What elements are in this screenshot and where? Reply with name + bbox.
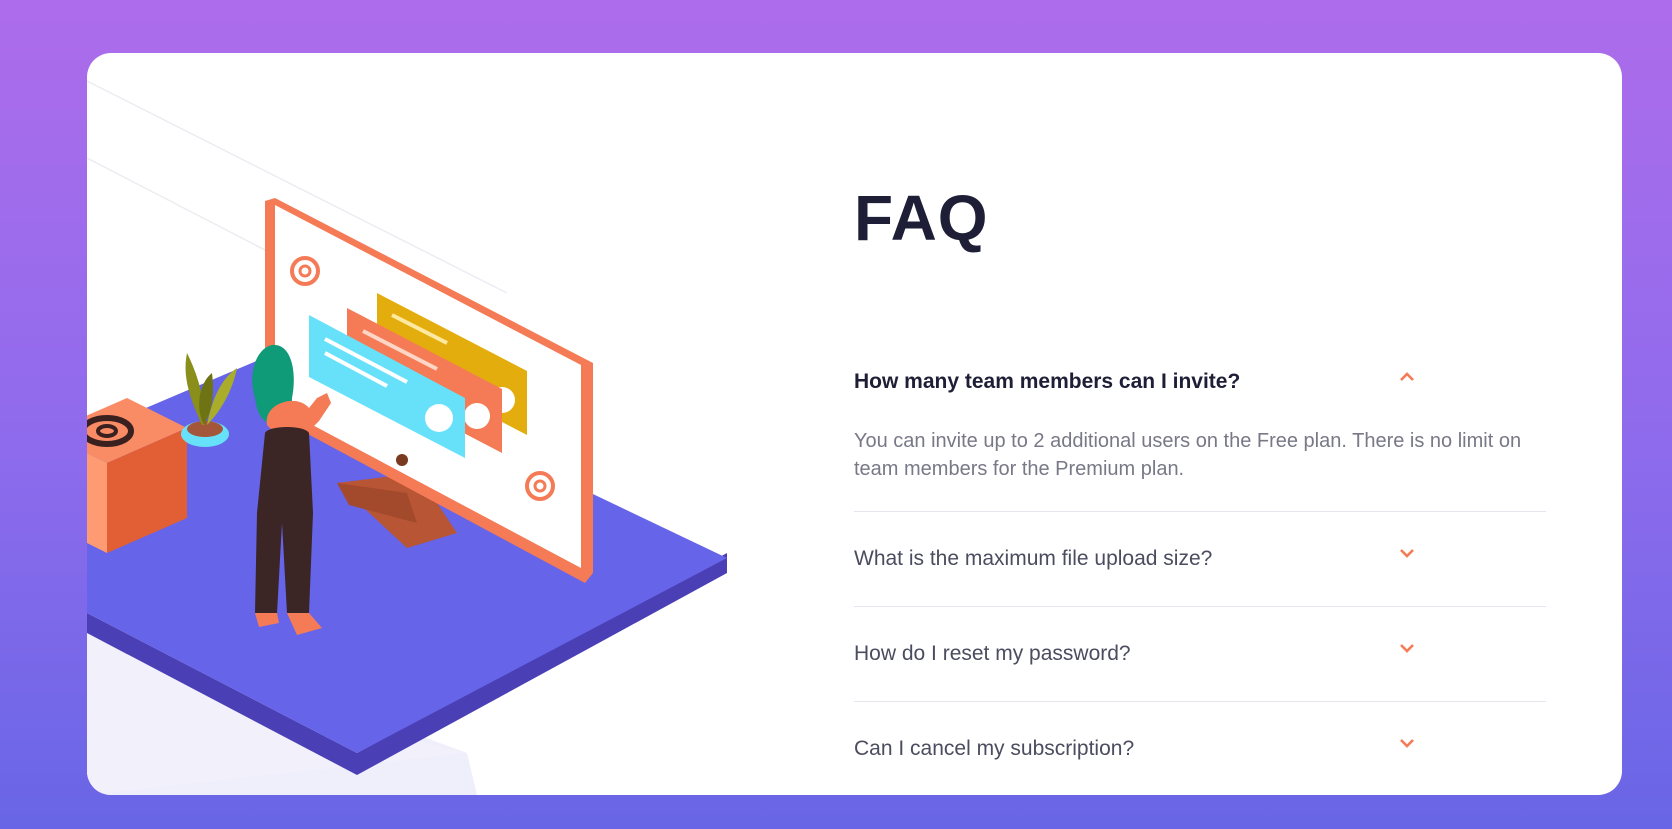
- faq-card: FAQ How many team members can I invite? …: [87, 53, 1622, 795]
- faq-question-toggle[interactable]: What is the maximum file upload size?: [854, 538, 1546, 580]
- faq-question-label: What is the maximum file upload size?: [854, 547, 1213, 570]
- faq-illustration: [87, 80, 727, 795]
- chevron-up-icon: [1400, 372, 1414, 381]
- faq-accordion: How many team members can I invite? You …: [854, 345, 1546, 795]
- faq-question-toggle[interactable]: How do I reset my password?: [854, 633, 1546, 675]
- faq-question-toggle[interactable]: Can I cancel my subscription?: [854, 728, 1546, 770]
- chevron-down-icon: [1400, 739, 1414, 748]
- faq-question-label: Can I cancel my subscription?: [854, 737, 1135, 760]
- faq-item: Can I cancel my subscription?: [854, 702, 1546, 795]
- faq-item: How do I reset my password?: [854, 607, 1546, 702]
- faq-question-label: How do I reset my password?: [854, 642, 1131, 665]
- faq-answer: You can invite up to 2 additional users …: [854, 430, 1522, 480]
- chevron-down-icon: [1400, 549, 1414, 558]
- faq-item: What is the maximum file upload size?: [854, 512, 1546, 607]
- page-title: FAQ: [854, 182, 989, 254]
- faq-question-label: How many team members can I invite?: [854, 370, 1241, 393]
- faq-item: How many team members can I invite? You …: [854, 345, 1546, 512]
- faq-question-toggle[interactable]: How many team members can I invite?: [854, 361, 1546, 403]
- faq-section: FAQ How many team members can I invite? …: [854, 53, 1554, 795]
- chevron-down-icon: [1400, 644, 1414, 653]
